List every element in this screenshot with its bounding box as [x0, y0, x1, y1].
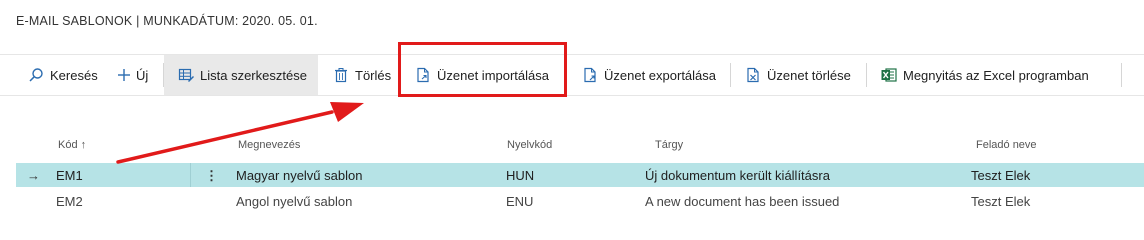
annotation-arrow-shaft	[116, 110, 334, 164]
annotation-arrow-head	[330, 102, 364, 122]
annotation-arrow	[116, 102, 364, 164]
